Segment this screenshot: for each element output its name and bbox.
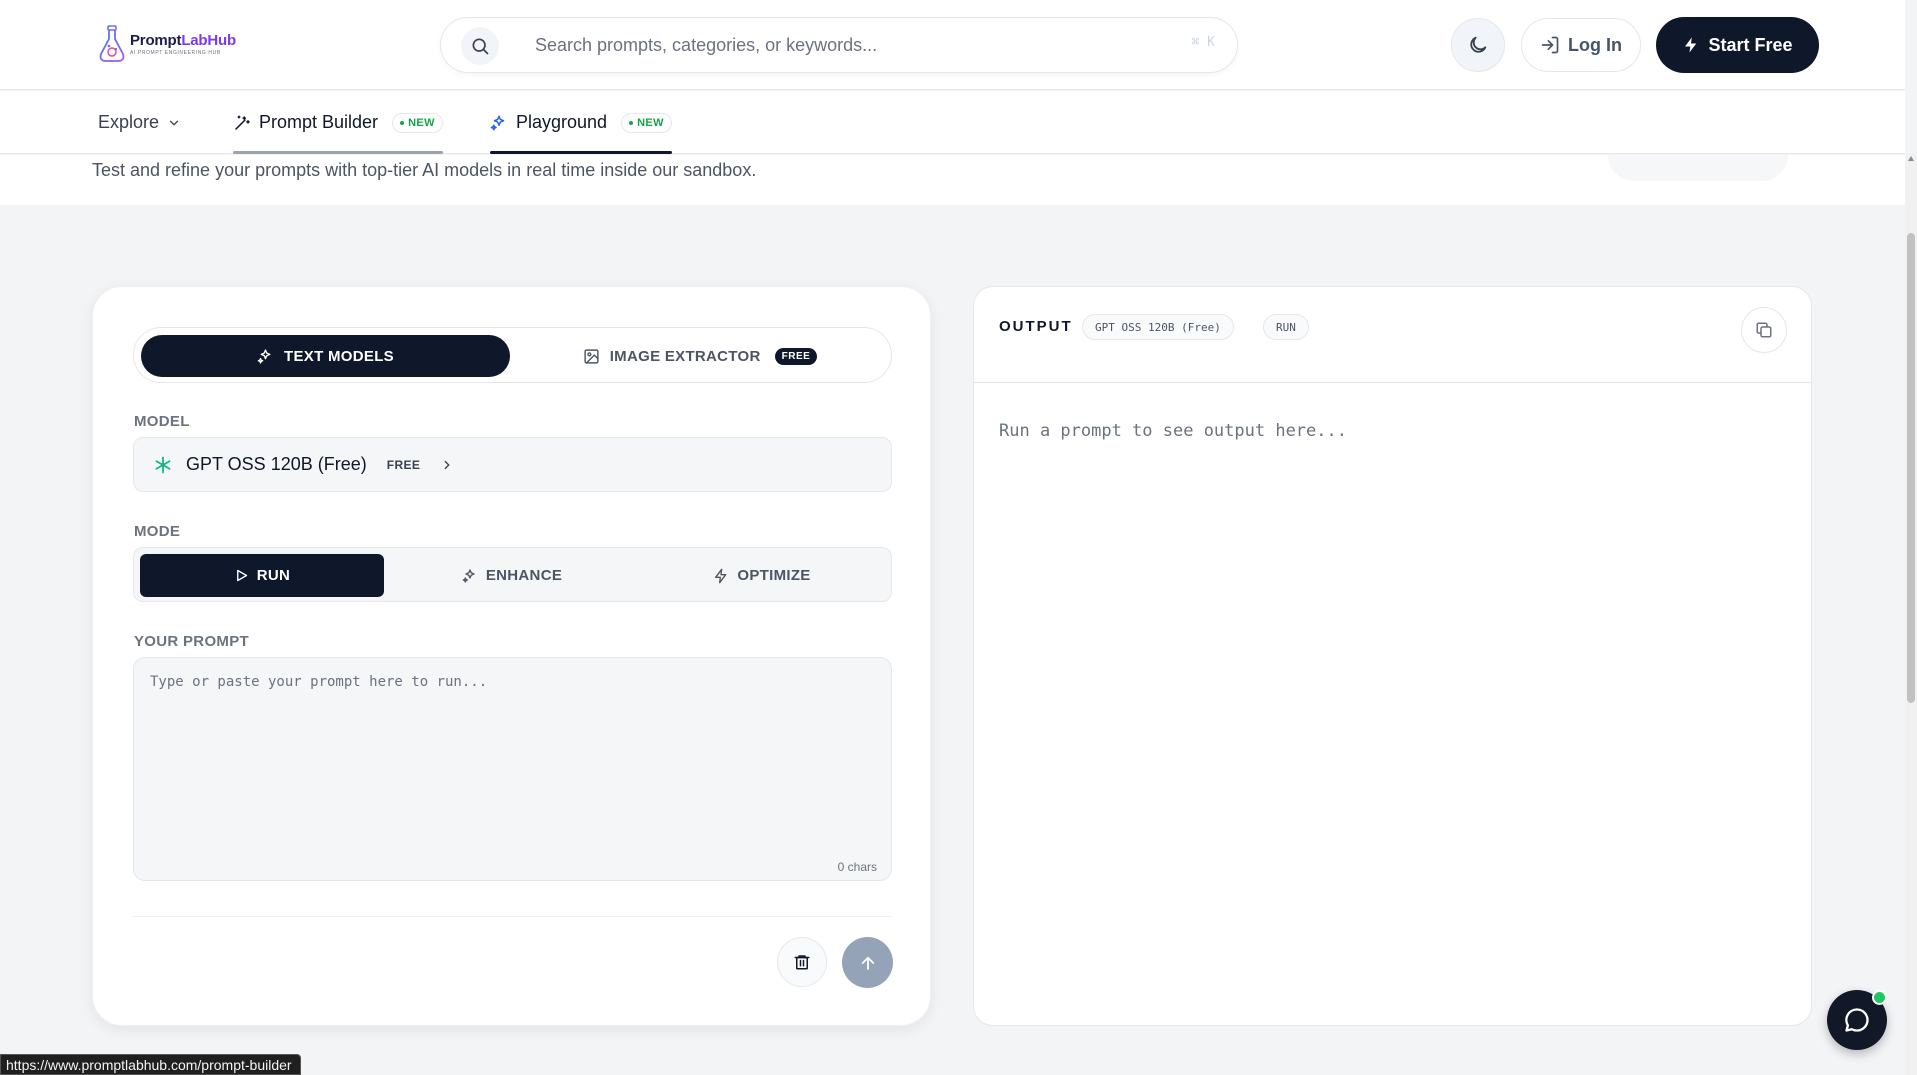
nav-playground-label: Playground <box>516 112 608 132</box>
chevron-down-icon <box>169 120 179 126</box>
nav-prompt-builder[interactable]: Prompt Builder NEW <box>233 91 443 154</box>
char-count: 0 chars <box>837 860 877 874</box>
arrow-up-icon <box>861 956 874 970</box>
nav-playground[interactable]: Playground NEW <box>490 91 672 154</box>
model-type-switch: TEXT MODELS IMAGE EXTRACTOR FREE <box>133 327 892 383</box>
nav-explore-label: Explore <box>98 112 160 132</box>
logo[interactable]: PromptLabHub AI PROMPT ENGINEERING HUB <box>98 24 236 64</box>
output-title: OUTPUT <box>999 318 1073 335</box>
output-model-chip: GPT OSS 120B (Free) <box>1082 314 1234 340</box>
theme-toggle-button[interactable] <box>1451 18 1505 72</box>
tab-image-extractor[interactable]: IMAGE EXTRACTOR FREE <box>514 335 886 377</box>
login-icon <box>1541 36 1559 54</box>
clear-prompt-button[interactable] <box>777 937 827 987</box>
flask-logo-icon <box>99 25 125 62</box>
send-prompt-button[interactable] <box>842 937 893 988</box>
hero-subtitle: Test and refine your prompts with top-ti… <box>92 160 757 180</box>
mode-label: MODE <box>134 523 181 540</box>
wand-icon <box>235 115 250 130</box>
chat-widget-button[interactable] <box>1827 990 1887 1050</box>
new-badge: NEW <box>392 112 443 133</box>
hero-decoration <box>1608 155 1788 181</box>
copy-output-button[interactable] <box>1741 307 1787 353</box>
play-icon <box>236 569 247 582</box>
start-free-button[interactable]: Start Free <box>1656 17 1819 73</box>
lightning-icon <box>1685 37 1697 53</box>
output-header: OUTPUT GPT OSS 120B (Free) RUN <box>974 287 1811 383</box>
free-badge: FREE <box>774 347 818 365</box>
mode-enhance-button[interactable]: ENHANCE <box>390 554 634 597</box>
login-button[interactable]: Log In <box>1521 18 1641 72</box>
mode-run-button[interactable]: RUN <box>140 554 384 597</box>
model-label: MODEL <box>134 413 190 430</box>
sparkles-icon <box>462 568 475 583</box>
search-input[interactable]: Search prompts, categories, or keywords.… <box>535 35 877 56</box>
nav-active-underline <box>490 151 672 154</box>
mode-switch: RUN ENHANCE OPTIMIZE <box>133 547 892 602</box>
prompt-textarea[interactable]: Type or paste your prompt here to run...… <box>133 657 892 881</box>
tab-text-models[interactable]: TEXT MODELS <box>141 335 510 377</box>
model-selector[interactable]: GPT OSS 120B (Free) FREE <box>133 437 892 492</box>
chat-icon <box>1845 1008 1869 1032</box>
mode-optimize-label: OPTIMIZE <box>737 567 811 584</box>
site-header: PromptLabHub AI PROMPT ENGINEERING HUB S… <box>0 0 1905 90</box>
tab-image-extractor-label: IMAGE EXTRACTOR <box>609 347 761 365</box>
main-nav: Explore Prompt Builder NEW Playground NE… <box>0 91 1905 154</box>
online-indicator <box>1872 990 1887 1005</box>
divider <box>133 916 892 917</box>
prompt-placeholder: Type or paste your prompt here to run... <box>150 674 488 690</box>
output-mode-chip: RUN <box>1263 314 1309 340</box>
sparkles-icon <box>257 348 271 364</box>
start-free-label: Start Free <box>1708 34 1793 55</box>
output-panel: OUTPUT GPT OSS 120B (Free) RUN Run a pro… <box>973 286 1812 1026</box>
login-label: Log In <box>1568 34 1622 55</box>
hero-section: Test and refine your prompts with top-ti… <box>0 155 1905 205</box>
output-placeholder: Run a prompt to see output here... <box>999 421 1347 441</box>
nav-prompt-builder-label: Prompt Builder <box>259 112 379 132</box>
logo-name: PromptLabHub <box>130 32 236 49</box>
mode-enhance-label: ENHANCE <box>485 567 563 584</box>
tab-text-models-label: TEXT MODELS <box>284 347 394 365</box>
image-icon <box>584 348 599 364</box>
model-name: GPT OSS 120B (Free) <box>186 454 367 474</box>
prompt-label: YOUR PROMPT <box>134 633 249 650</box>
logo-tagline: AI PROMPT ENGINEERING HUB <box>130 50 221 56</box>
sparkles-icon <box>490 115 505 130</box>
trash-icon <box>794 955 810 970</box>
search-shortcut: ⌘ K <box>1191 35 1215 50</box>
new-badge: NEW <box>621 112 672 133</box>
mode-run-label: RUN <box>256 567 291 584</box>
search-bar[interactable]: Search prompts, categories, or keywords.… <box>440 17 1238 73</box>
nav-underline <box>233 151 443 154</box>
scrollbar-thumb[interactable] <box>1907 233 1915 703</box>
nav-explore[interactable]: Explore <box>98 91 181 154</box>
asterisk-icon <box>155 456 171 473</box>
playground-input-panel: TEXT MODELS IMAGE EXTRACTOR FREE MODEL G… <box>92 286 931 1026</box>
model-tier-badge: FREE <box>386 457 421 472</box>
scroll-up-arrow-icon[interactable] <box>1907 155 1915 163</box>
status-bar-url: https://www.promptlabhub.com/prompt-buil… <box>0 1054 301 1075</box>
mode-optimize-button[interactable]: OPTIMIZE <box>640 554 884 597</box>
moon-icon <box>1470 36 1487 53</box>
lightning-icon <box>715 568 727 583</box>
chevron-right-icon <box>444 460 451 469</box>
copy-icon <box>1756 322 1772 338</box>
search-icon[interactable] <box>461 27 499 65</box>
page-scrollbar[interactable] <box>1905 153 1917 1075</box>
